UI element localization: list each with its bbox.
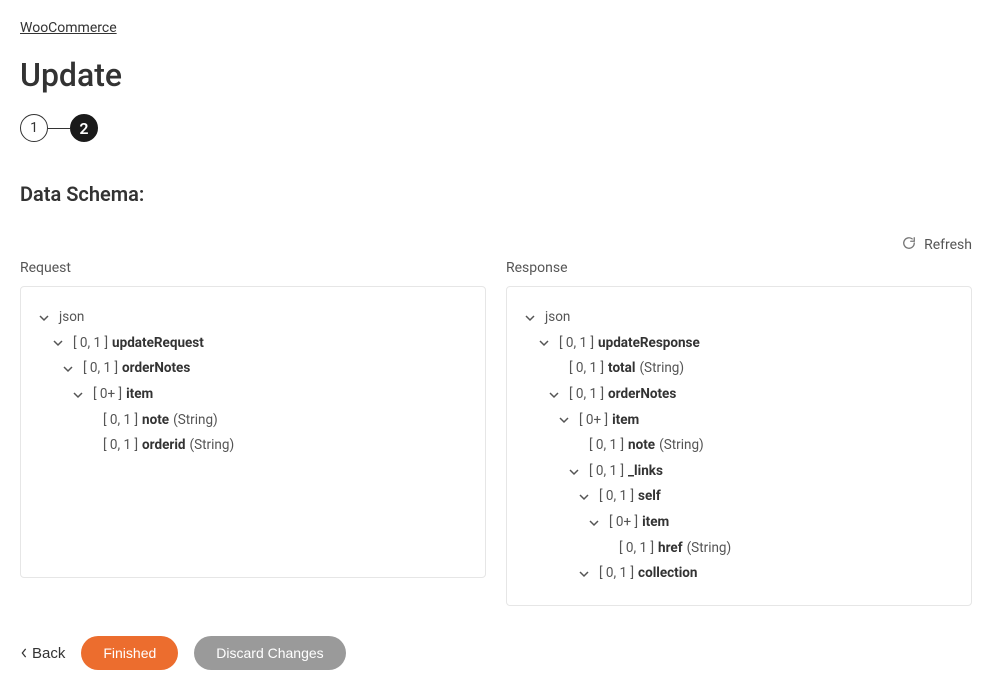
response-tree: json [ 0, 1 ] updateResponse [ 0, 1 ] to… (525, 305, 953, 587)
refresh-icon (902, 236, 916, 254)
chevron-down-icon (589, 518, 603, 528)
tree-node-type: (String) (173, 408, 218, 434)
cardinality: [ 0, 1 ] (589, 459, 624, 485)
chevron-down-icon (539, 338, 553, 348)
tree-node-name: note (142, 408, 169, 434)
cardinality: [ 0, 1 ] (589, 433, 624, 459)
tree-node-item[interactable]: [ 0+ ] item (525, 408, 953, 434)
tree-node-orderid[interactable]: [ 0, 1 ] orderid (String) (39, 433, 467, 459)
tree-node-total[interactable]: [ 0, 1 ] total (String) (525, 356, 953, 382)
tree-node-label: json (545, 305, 570, 331)
cardinality: [ 0, 1 ] (619, 536, 654, 562)
cardinality: [ 0, 1 ] (599, 561, 634, 587)
footer: Back Finished Discard Changes (20, 636, 972, 670)
chevron-down-icon (579, 492, 593, 502)
refresh-label: Refresh (924, 237, 972, 253)
tree-node-name: item (642, 510, 669, 536)
cardinality: [ 0+ ] (609, 510, 638, 536)
chevron-down-icon (579, 569, 593, 579)
tree-node-name: orderNotes (122, 356, 190, 382)
chevron-down-icon (63, 364, 77, 374)
tree-node-name: updateRequest (112, 331, 204, 357)
cardinality: [ 0, 1 ] (569, 382, 604, 408)
cardinality: [ 0, 1 ] (103, 408, 138, 434)
finished-button[interactable]: Finished (81, 636, 178, 670)
tree-node-type: (String) (659, 433, 704, 459)
chevron-down-icon (549, 390, 563, 400)
tree-node-name: collection (638, 561, 697, 587)
cardinality: [ 0+ ] (93, 382, 122, 408)
page-title: Update (20, 56, 972, 94)
tree-node-name: item (126, 382, 153, 408)
step-2[interactable]: 2 (70, 114, 98, 142)
chevron-down-icon (569, 467, 583, 477)
tree-node-name: note (628, 433, 655, 459)
tree-node-updateResponse[interactable]: [ 0, 1 ] updateResponse (525, 331, 953, 357)
back-button[interactable]: Back (20, 645, 65, 662)
tree-node-note[interactable]: [ 0, 1 ] note (String) (39, 408, 467, 434)
discard-button[interactable]: Discard Changes (194, 636, 345, 670)
cardinality: [ 0, 1 ] (599, 484, 634, 510)
stepper: 1 2 (20, 114, 972, 142)
tree-node-label: json (59, 305, 84, 331)
tree-node-note[interactable]: [ 0, 1 ] note (String) (525, 433, 953, 459)
tree-node-collection[interactable]: [ 0, 1 ] collection (525, 561, 953, 587)
tree-node-name: self (638, 484, 661, 510)
chevron-down-icon (73, 390, 87, 400)
tree-node-json[interactable]: json (39, 305, 467, 331)
tree-node-orderNotes[interactable]: [ 0, 1 ] orderNotes (525, 382, 953, 408)
tree-node-type: (String) (639, 356, 684, 382)
chevron-left-icon (20, 645, 28, 662)
tree-node-name: orderNotes (608, 382, 676, 408)
tree-node-name: updateResponse (598, 331, 700, 357)
tree-node-name: total (608, 356, 635, 382)
cardinality: [ 0, 1 ] (103, 433, 138, 459)
tree-node-self[interactable]: [ 0, 1 ] self (525, 484, 953, 510)
tree-node-links[interactable]: [ 0, 1 ] _links (525, 459, 953, 485)
cardinality: [ 0, 1 ] (569, 356, 604, 382)
chevron-down-icon (559, 415, 573, 425)
chevron-down-icon (39, 313, 53, 323)
cardinality: [ 0, 1 ] (559, 331, 594, 357)
response-column: Response json [ 0, 1 ] updateResponse [ … (506, 260, 972, 606)
response-panel: json [ 0, 1 ] updateResponse [ 0, 1 ] to… (506, 286, 972, 606)
tree-node-self-item[interactable]: [ 0+ ] item (525, 510, 953, 536)
request-column: Request json [ 0, 1 ] updateRequest [ 0,… (20, 260, 486, 606)
chevron-down-icon (53, 338, 67, 348)
tree-node-orderNotes[interactable]: [ 0, 1 ] orderNotes (39, 356, 467, 382)
tree-node-updateRequest[interactable]: [ 0, 1 ] updateRequest (39, 331, 467, 357)
request-column-label: Request (20, 260, 486, 276)
tree-node-item[interactable]: [ 0+ ] item (39, 382, 467, 408)
tree-node-name: _links (628, 459, 663, 485)
cardinality: [ 0, 1 ] (73, 331, 108, 357)
tree-node-json[interactable]: json (525, 305, 953, 331)
chevron-down-icon (525, 313, 539, 323)
tree-node-href[interactable]: [ 0, 1 ] href (String) (525, 536, 953, 562)
tree-node-name: item (612, 408, 639, 434)
cardinality: [ 0, 1 ] (83, 356, 118, 382)
request-tree: json [ 0, 1 ] updateRequest [ 0, 1 ] ord… (39, 305, 467, 459)
breadcrumb-link[interactable]: WooCommerce (20, 20, 117, 36)
cardinality: [ 0+ ] (579, 408, 608, 434)
tree-node-type: (String) (190, 433, 235, 459)
tree-node-type: (String) (687, 536, 732, 562)
request-panel: json [ 0, 1 ] updateRequest [ 0, 1 ] ord… (20, 286, 486, 578)
back-button-label: Back (32, 645, 65, 662)
step-1[interactable]: 1 (20, 114, 48, 142)
tree-node-name: orderid (142, 433, 185, 459)
section-title: Data Schema: (20, 182, 972, 206)
step-connector (48, 128, 70, 129)
response-column-label: Response (506, 260, 972, 276)
tree-node-name: href (658, 536, 683, 562)
refresh-button[interactable]: Refresh (902, 236, 972, 254)
